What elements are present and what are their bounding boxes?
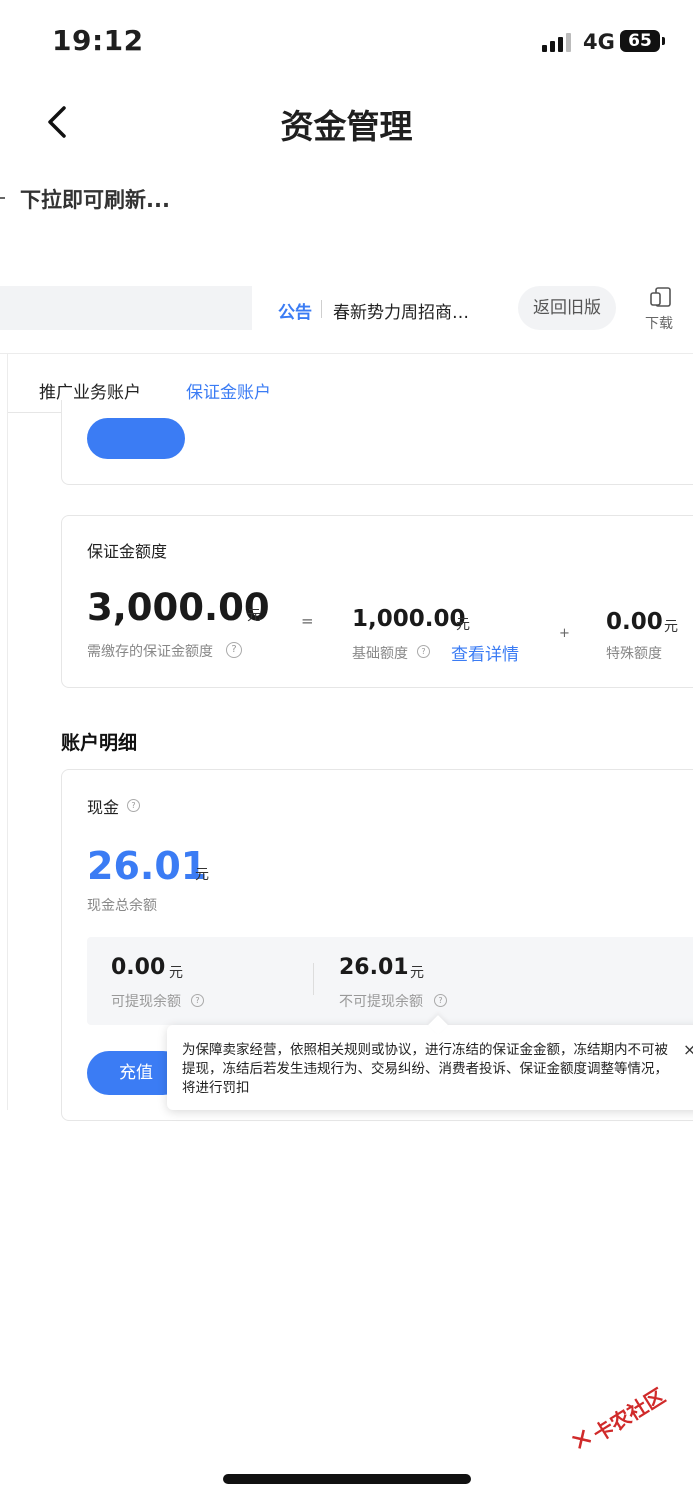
base-quota-label: 基础额度 (352, 646, 408, 662)
download-icon[interactable] (648, 286, 674, 310)
notice-text[interactable]: 春新势力周招商… (333, 298, 469, 323)
refresh-indicator (0, 197, 5, 199)
non-withdrawable-unit: 元 (410, 965, 424, 981)
pull-refresh-hint: 下拉即可刷新... (20, 188, 170, 212)
plus-sign: + (559, 626, 570, 641)
help-icon[interactable]: ? (434, 994, 447, 1007)
withdrawable-amount: 0.00 (111, 955, 166, 980)
watermark-logo: ✕ 卡农社区 (564, 1376, 677, 1470)
page-title: 资金管理 (280, 107, 413, 146)
deposit-title: 保证金额度 (87, 542, 168, 561)
divider (0, 353, 693, 354)
notice-divider (321, 300, 322, 318)
search-bar[interactable] (0, 286, 252, 330)
deposit-total-unit: 元 (247, 608, 261, 624)
special-quota-unit: 元 (664, 619, 678, 635)
withdrawable-unit: 元 (169, 965, 183, 981)
return-old-version-button[interactable]: 返回旧版 (518, 286, 616, 330)
account-detail-title: 账户明细 (61, 732, 138, 754)
non-withdrawable-amount: 26.01 (339, 955, 409, 980)
special-quota: 0.00 (606, 609, 663, 635)
balance-divider (313, 963, 314, 995)
deposit-total: 3,000.00 (87, 586, 270, 629)
help-icon[interactable]: ? (226, 642, 242, 658)
base-quota-unit: 元 (456, 617, 470, 633)
view-details-link[interactable]: 查看详情 (451, 640, 519, 665)
non-withdrawable-label: 不可提现余额 (339, 994, 423, 1010)
cash-total: 26.01 (87, 844, 208, 888)
deposit-total-label: 需缴存的保证金额度 (87, 644, 213, 660)
help-icon[interactable]: ? (127, 799, 140, 812)
signal-icon (542, 32, 574, 52)
notice-label: 公告 (278, 303, 312, 323)
battery-icon: 65 (620, 30, 660, 52)
network-type: 4G (583, 30, 615, 54)
download-label[interactable]: 下载 (645, 313, 673, 333)
help-icon[interactable]: ? (191, 994, 204, 1007)
status-time: 19:12 (52, 24, 144, 57)
withdrawable-label: 可提现余额 (111, 994, 181, 1010)
watermark-text: 卡农社区 (588, 1383, 670, 1447)
tooltip-text: 为保障卖家经营，依照相关规则或协议，进行冻结的保证金金额，冻结期内不可被提现，冻… (182, 1042, 668, 1096)
side-border (7, 354, 8, 1110)
recharge-button-partial[interactable] (87, 418, 185, 459)
help-icon[interactable]: ? (417, 645, 430, 658)
close-icon[interactable]: × (683, 1040, 693, 1059)
equals-sign: = (301, 612, 314, 630)
cash-label: 现金 (87, 798, 120, 817)
base-quota: 1,000.00 (352, 606, 466, 632)
cash-total-unit: 元 (195, 867, 209, 883)
home-indicator (223, 1474, 471, 1484)
cash-total-label: 现金总余额 (87, 898, 157, 914)
special-quota-label: 特殊额度 (606, 646, 662, 662)
battery-tip (662, 37, 665, 45)
